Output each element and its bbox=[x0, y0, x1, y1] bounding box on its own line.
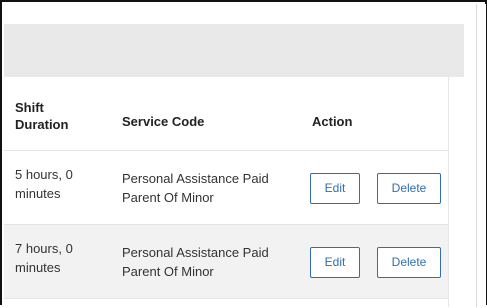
table-row: 5 hours, 0 minutes Personal Assistance P… bbox=[4, 150, 448, 224]
column-header-action: Action bbox=[312, 114, 353, 129]
header-band bbox=[4, 24, 464, 77]
shift-duration-cell: 7 hours, 0 minutes bbox=[15, 241, 73, 275]
delete-button[interactable]: Delete bbox=[377, 173, 441, 204]
table-row: 7 hours, 0 minutes Personal Assistance P… bbox=[4, 224, 448, 298]
shifts-table: Shift Duration Service Code Action 5 hou… bbox=[4, 77, 449, 308]
side-panel-edge bbox=[476, 4, 486, 307]
service-code-cell: Personal Assistance Paid Parent Of Minor bbox=[122, 245, 269, 279]
delete-button[interactable]: Delete bbox=[377, 247, 441, 278]
column-header-shift-duration: Shift Duration bbox=[15, 100, 69, 132]
window-frame: Shift Duration Service Code Action 5 hou… bbox=[0, 0, 487, 308]
shift-duration-cell: 5 hours, 0 minutes bbox=[15, 167, 73, 201]
column-header-service-code: Service Code bbox=[122, 114, 205, 129]
service-code-cell: Personal Assistance Paid Parent Of Minor bbox=[122, 171, 269, 205]
edit-button[interactable]: Edit bbox=[310, 247, 360, 278]
table-row bbox=[4, 298, 448, 308]
edit-button[interactable]: Edit bbox=[310, 173, 360, 204]
